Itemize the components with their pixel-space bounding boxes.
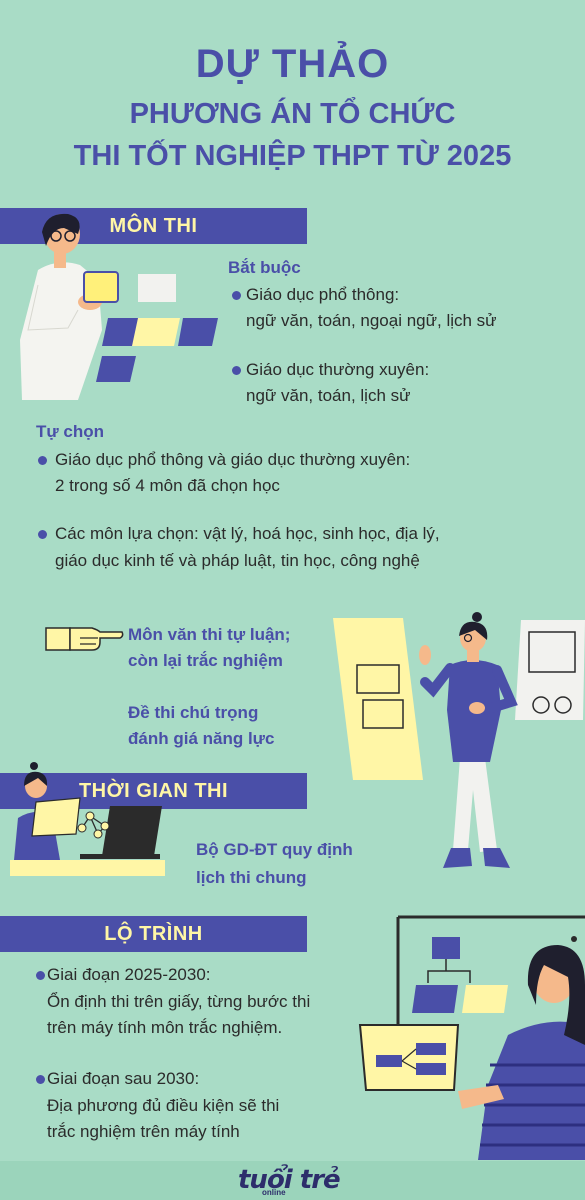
- pointing-hand-icon: [45, 627, 124, 651]
- tu-chon-item-1-line-2: 2 trong số 4 môn đã chọn học: [55, 476, 280, 495]
- tu-chon-label: Tự chọn: [36, 422, 105, 441]
- lo-trinh-item-2-title: Giai đoạn sau 2030:: [47, 1069, 200, 1088]
- lo-trinh-item-2-line-1: Địa phương đủ điều kiện sẽ thi: [47, 1096, 280, 1115]
- title-line-2: PHƯƠNG ÁN TỔ CHỨC: [129, 98, 456, 130]
- laptop-icon: [102, 806, 162, 856]
- tuoi-tre-logo: tuổi trẻ: [238, 1165, 341, 1195]
- raised-hand: [419, 645, 431, 665]
- standing-woman-illustration: [333, 612, 585, 868]
- note-1-line-2: còn lại trắc nghiệm: [128, 651, 283, 670]
- yellow-board: [333, 618, 423, 780]
- note-1-line-1: Môn văn thi tự luận;: [128, 625, 291, 644]
- shoe-left: [443, 848, 472, 868]
- note-2-line-2: đánh giá năng lực: [128, 729, 275, 748]
- sticky-note-yellow: [132, 318, 180, 346]
- woman-laptop-illustration: [10, 762, 165, 876]
- bat-buoc-item-2-title: Giáo dục thường xuyên:: [246, 360, 430, 379]
- lo-trinh-heading: LỘ TRÌNH: [104, 922, 203, 945]
- lo-trinh-banner: LỘ TRÌNH: [0, 916, 307, 952]
- note-2-line-1: Đề thi chú trọng: [128, 703, 259, 722]
- tu-chon-item-2-line-1: Các môn lựa chọn: vật lý, hoá học, sinh …: [55, 524, 440, 543]
- lo-trinh-item-1-line-1: Ổn định thi trên giấy, từng bước thi: [47, 992, 311, 1011]
- sticky-note-blue-3: [96, 356, 136, 382]
- bullet-dot: [36, 971, 45, 980]
- tu-chon-item-1-line-1: Giáo dục phổ thông và giáo dục thường xu…: [55, 450, 411, 469]
- tablet-icon: [83, 271, 119, 303]
- woman-neck: [54, 252, 66, 268]
- title-line-3: THI TỐT NGHIỆP THPT TỪ 2025: [73, 140, 512, 172]
- bullet-dot: [36, 1075, 45, 1084]
- woman-pants: [453, 758, 497, 852]
- tablet-icon: [31, 797, 81, 837]
- shoe-right: [483, 848, 510, 868]
- woman-computer-illustration: [358, 915, 585, 1160]
- tuoi-tre-logo-sub: online: [262, 1188, 286, 1197]
- desk: [10, 860, 165, 876]
- thoi-gian-line-2: lịch thi chung: [196, 868, 307, 887]
- hair-bun: [472, 612, 482, 622]
- bullet-dot: [232, 291, 241, 300]
- sticky-note-white: [138, 274, 176, 302]
- bat-buoc-item-1-title: Giáo dục phổ thông:: [246, 285, 400, 304]
- flowchart-node: [432, 937, 460, 959]
- monitor-icon: [358, 1024, 460, 1091]
- bullet-dot: [232, 366, 241, 375]
- woman-tablet-illustration: [20, 213, 218, 400]
- sticky-note-blue-2: [178, 318, 218, 346]
- bat-buoc-item-1-detail: ngữ văn, toán, ngoại ngữ, lịch sử: [246, 311, 497, 330]
- title-line-1: DỰ THẢO: [195, 42, 390, 86]
- bat-buoc-label: Bắt buộc: [228, 258, 301, 277]
- tu-chon-item-2-line-2: giáo dục kinh tế và pháp luật, tin học, …: [55, 551, 420, 570]
- hair-bun: [30, 762, 38, 770]
- bullet-dot: [38, 456, 47, 465]
- lo-trinh-item-1-line-2: trên máy tính môn trắc nghiệm.: [47, 1018, 283, 1037]
- lo-trinh-item-1-title: Giai đoạn 2025-2030:: [47, 965, 211, 984]
- thoi-gian-line-1: Bộ GD-ĐT quy định: [196, 840, 353, 859]
- lo-trinh-item-2-line-2: trắc nghiệm trên máy tính: [47, 1122, 240, 1141]
- bullet-dot: [38, 530, 47, 539]
- bat-buoc-item-2-detail: ngữ văn, toán, lịch sử: [246, 386, 411, 405]
